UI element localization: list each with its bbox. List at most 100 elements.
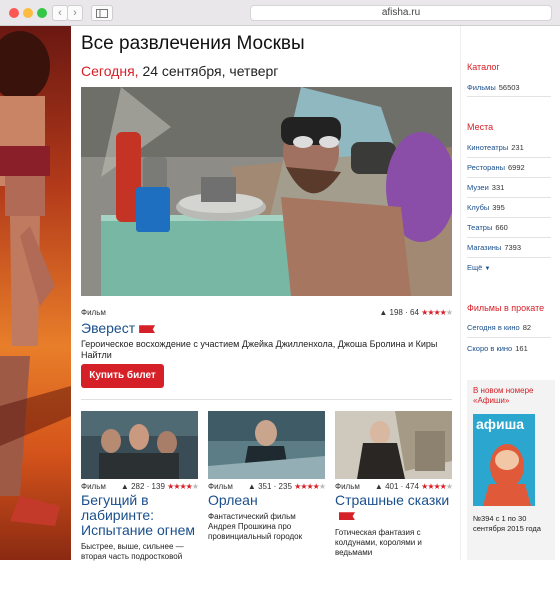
sidebar: Каталог Фильмы 56503 Места Кинотеатры 231 … <box>460 26 560 560</box>
sidebar-item-soon[interactable]: Скоро в кино 161 <box>467 344 551 353</box>
divider <box>467 177 551 178</box>
featured-title[interactable]: Эверест <box>81 320 135 336</box>
chevron-down-icon: ▼ <box>484 266 491 272</box>
background-runner-image <box>0 26 71 560</box>
sidebar-item-count: 331 <box>491 183 505 192</box>
card-description: Быстрее, выше, сильнее — вторая часть по… <box>81 542 184 561</box>
sidebar-item-label[interactable]: Сегодня в кино <box>467 323 520 332</box>
sidebar-item-cinemas[interactable]: Кинотеатры 231 <box>467 143 551 152</box>
likes-count: 351 <box>258 482 272 491</box>
featured-rating: ▲ 198 · 64 ★★★★★ <box>379 308 453 317</box>
card-rating: ▲ 401 · 474 ★★★★★ <box>374 482 453 491</box>
card-type: Фильм <box>81 482 106 491</box>
magazine-issue: №394 с 1 по 30 сентября 2015 года <box>473 514 541 533</box>
sidebar-places-title: Места <box>467 122 494 132</box>
sidebar-item-count: 161 <box>515 344 528 353</box>
main-content: Все развлечения Москвы Сегодня, 24 сентя… <box>71 26 460 561</box>
movie-thumbnail[interactable] <box>335 411 452 479</box>
zoom-window-button[interactable] <box>37 8 47 18</box>
sidebar-more-link[interactable]: Ещё ▼ <box>467 263 551 272</box>
page-title: Все развлечения Москвы <box>81 33 305 54</box>
divider <box>467 337 551 338</box>
forward-button[interactable]: › <box>67 5 83 21</box>
movie-thumbnail[interactable] <box>208 411 325 479</box>
magazine-cover-art <box>483 444 531 506</box>
star-rating: ★★★★★ <box>421 308 453 317</box>
sidebar-item-count: 82 <box>522 323 532 332</box>
sidebar-more-label[interactable]: Ещё <box>467 263 482 272</box>
sidebar-item-label[interactable]: Кинотеатры <box>467 143 508 152</box>
movie-card[interactable]: Фильм ▲ 282 · 139 ★★★★★ Бегущий в лабири… <box>81 411 199 591</box>
close-window-button[interactable] <box>9 8 19 18</box>
sidebar-item-count: 7393 <box>504 243 522 252</box>
card-title[interactable]: Бегущий в лабиринте: Испытание огнем <box>81 493 198 538</box>
card-rating: ▲ 351 · 235 ★★★★★ <box>247 482 326 491</box>
divider <box>467 96 551 97</box>
sidebar-item-museums[interactable]: Музеи 331 <box>467 183 551 192</box>
chevron-left-icon: ‹ <box>58 7 62 19</box>
card-title[interactable]: Страшные сказки <box>335 492 449 508</box>
sidebar-toggle-button[interactable] <box>91 5 113 21</box>
sidebar-item-count: 395 <box>492 203 505 212</box>
buy-ticket-button[interactable]: Купить билет <box>81 364 164 388</box>
today-date: Сегодня, 24 сентября, четверг <box>81 63 278 79</box>
maze-runner-still <box>81 411 198 479</box>
card-type: Фильм <box>335 482 360 491</box>
sidebar-item-films[interactable]: Фильмы 56503 <box>467 83 551 92</box>
sidebar-item-clubs[interactable]: Клубы 395 <box>467 203 551 212</box>
back-button[interactable]: ‹ <box>52 5 68 21</box>
divider <box>467 157 551 158</box>
divider <box>81 399 452 400</box>
sidebar-item-restaurants[interactable]: Рестораны 6992 <box>467 163 551 172</box>
sidebar-item-label[interactable]: Скоро в кино <box>467 344 512 353</box>
featured-title-row[interactable]: Эверест <box>81 320 156 336</box>
magazine-promo[interactable]: В новом номере «Афиши» афиша №394 с 1 по… <box>467 380 555 560</box>
everest-still-image <box>81 87 452 296</box>
sidebar-item-label[interactable]: Магазины <box>467 243 501 252</box>
sidebar-item-count: 660 <box>495 223 508 232</box>
sidebar-item-theatres[interactable]: Театры 660 <box>467 223 551 232</box>
likes-count: 282 <box>131 482 145 491</box>
card-description: Фантастический фильм Андрея Прошкина про… <box>208 512 303 541</box>
likes-icon[interactable]: ▲ <box>121 482 129 491</box>
star-rating: ★★★★★ <box>421 482 453 491</box>
magazine-title[interactable]: В новом номере «Афиши» <box>473 386 553 406</box>
minimize-window-button[interactable] <box>23 8 33 18</box>
sidebar-item-label[interactable]: Театры <box>467 223 492 232</box>
divider <box>467 217 551 218</box>
sidebar-item-shops[interactable]: Магазины 7393 <box>467 243 551 252</box>
sidebar-item-label[interactable]: Фильмы <box>467 83 496 92</box>
likes-icon[interactable]: ▲ <box>248 482 256 491</box>
magazine-cover[interactable]: афиша <box>473 414 535 506</box>
card-rating: ▲ 282 · 139 ★★★★★ <box>120 482 199 491</box>
likes-icon[interactable]: ▲ <box>375 482 383 491</box>
browser-toolbar: ‹ › afisha.ru <box>0 0 560 26</box>
movie-card[interactable]: Фильм ▲ 401 · 474 ★★★★★ Страшные сказки … <box>335 411 453 591</box>
star-rating: ★★★★★ <box>167 482 199 491</box>
sidebar-item-label[interactable]: Клубы <box>467 203 489 212</box>
sidebar-item-count: 6992 <box>508 163 525 172</box>
likes-count: 401 <box>385 482 399 491</box>
tale-of-tales-still <box>335 411 452 479</box>
card-title[interactable]: Орлеан <box>208 493 325 508</box>
sidebar-films-title: Фильмы в прокате <box>467 303 545 313</box>
dislikes-count: 235 <box>278 482 292 491</box>
sidebar-item-label[interactable]: Музеи <box>467 183 489 192</box>
address-bar[interactable]: afisha.ru <box>250 5 552 21</box>
star-rating: ★★★★★ <box>294 482 326 491</box>
movie-thumbnail[interactable] <box>81 411 198 479</box>
card-title-row[interactable]: Страшные сказки <box>335 493 452 523</box>
runner-illustration <box>0 31 71 526</box>
divider <box>467 257 551 258</box>
chevron-right-icon: › <box>73 7 77 19</box>
divider <box>467 237 551 238</box>
dislikes-count: 474 <box>405 482 419 491</box>
featured-image[interactable] <box>81 87 452 296</box>
divider <box>467 197 551 198</box>
likes-icon[interactable]: ▲ <box>379 308 387 317</box>
sidebar-item-label[interactable]: Рестораны <box>467 163 505 172</box>
movie-card[interactable]: Фильм ▲ 351 · 235 ★★★★★ Орлеан Фантастич… <box>208 411 326 591</box>
dislikes-count: 139 <box>151 482 165 491</box>
sidebar-item-today[interactable]: Сегодня в кино 82 <box>467 323 551 332</box>
dislikes-count: 64 <box>410 308 419 317</box>
